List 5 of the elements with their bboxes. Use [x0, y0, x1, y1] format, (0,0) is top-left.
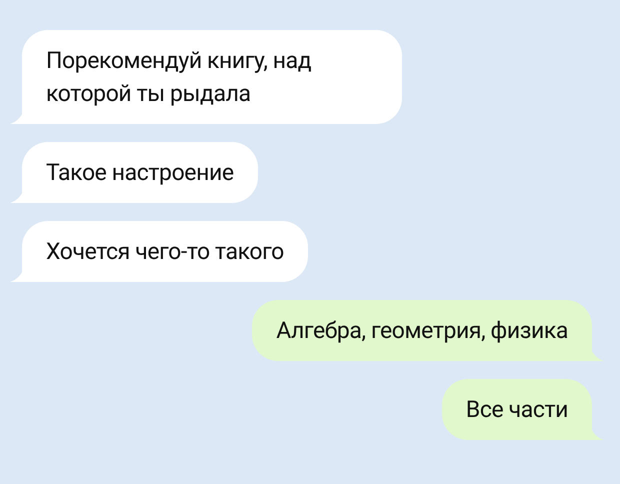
message-text: Такое настроение [46, 159, 234, 186]
message-text: Все части [466, 396, 568, 423]
message-text: Алгебра, геометрия, физика [276, 317, 568, 344]
message-text: Хочется чего-то такого [46, 238, 284, 265]
message-text: Порекомендуй книгу, над которой ты рыдала [46, 47, 312, 107]
